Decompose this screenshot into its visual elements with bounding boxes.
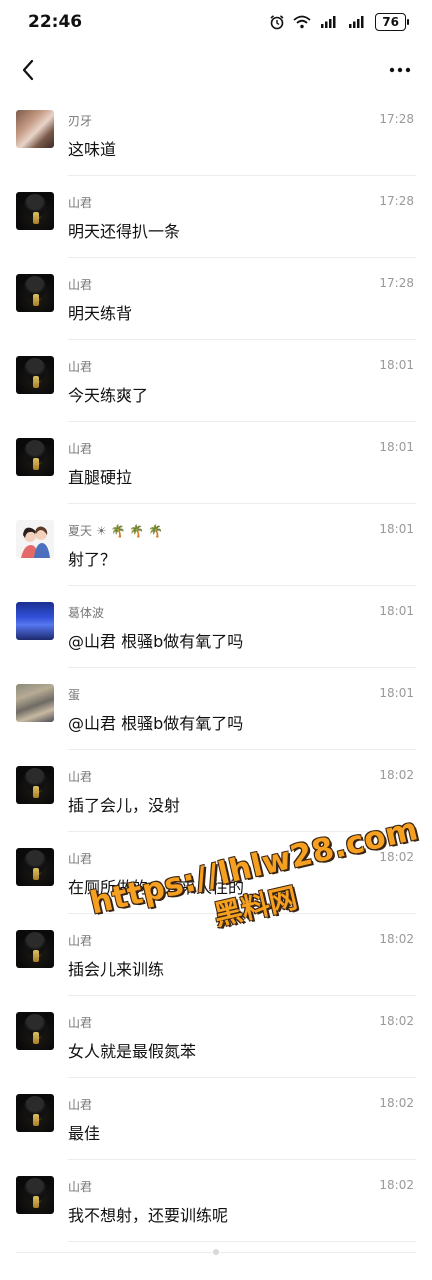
- avatar[interactable]: [16, 438, 54, 476]
- sender-emoji: ☀ 🌴 🌴 🌴: [96, 523, 164, 538]
- avatar[interactable]: [16, 192, 54, 230]
- message-text: 射了？: [68, 550, 117, 569]
- couple-cartoon-icon: [21, 526, 50, 558]
- message-item[interactable]: 山君 17:28 明天还得扒一条: [0, 176, 432, 258]
- message-list: 刃牙 17:28 这味道 山君 17:28 明天还得扒一条 山君 17:28 明…: [0, 94, 432, 1242]
- sender-name: 山君: [68, 1016, 93, 1030]
- alarm-icon: [269, 14, 285, 30]
- avatar[interactable]: [16, 356, 54, 394]
- message-text: 明天还得扒一条: [68, 222, 181, 241]
- message-item[interactable]: 山君 18:02 我不想射，还要训练呢: [0, 1160, 432, 1242]
- more-dots-icon: [389, 67, 411, 73]
- back-button[interactable]: [10, 52, 46, 88]
- sender-name: 山君: [68, 360, 93, 374]
- message-text: 直腿硬拉: [68, 468, 133, 487]
- avatar[interactable]: [16, 1012, 54, 1050]
- message-item[interactable]: 刃牙 17:28 这味道: [0, 94, 432, 176]
- avatar[interactable]: [16, 930, 54, 968]
- avatar[interactable]: [16, 110, 54, 148]
- avatar[interactable]: [16, 848, 54, 886]
- message-item[interactable]: 山君 18:02 最佳: [0, 1078, 432, 1160]
- sender-name: 山君: [68, 196, 93, 210]
- message-text: @山君 根骚b做有氧了吗: [68, 714, 244, 733]
- sender-name: 山君: [68, 442, 93, 456]
- status-time: 22:46: [28, 12, 83, 32]
- message-time: 18:02: [379, 1178, 414, 1192]
- sender-name: 山君: [68, 852, 93, 866]
- message-time: 18:01: [379, 686, 414, 700]
- message-time: 18:02: [379, 850, 414, 864]
- sender-name: 夏天 ☀ 🌴 🌴 🌴: [68, 523, 164, 539]
- message-text: 最佳: [68, 1124, 101, 1143]
- avatar[interactable]: [16, 684, 54, 722]
- message-text: 在厕所做的，人来人往的: [68, 878, 245, 897]
- message-text: 插了会儿，没射: [68, 796, 181, 815]
- sender-name: 山君: [68, 1098, 93, 1112]
- sender-name: 山君: [68, 278, 93, 292]
- message-item[interactable]: 夏天 ☀ 🌴 🌴 🌴 18:01 射了？: [0, 504, 432, 586]
- sender-name: 葛体波: [68, 606, 105, 620]
- sender-name: 刃牙: [68, 114, 93, 128]
- message-time: 17:28: [379, 112, 414, 126]
- message-item[interactable]: 山君 18:02 插会儿来训练: [0, 914, 432, 996]
- avatar[interactable]: [16, 766, 54, 804]
- message-text: 明天练背: [68, 304, 133, 323]
- chevron-left-icon: [22, 59, 34, 81]
- avatar[interactable]: [16, 274, 54, 312]
- message-item[interactable]: 山君 18:01 今天练爽了: [0, 340, 432, 422]
- divider-dot: [213, 1249, 219, 1255]
- message-time: 18:01: [379, 440, 414, 454]
- avatar[interactable]: [16, 1176, 54, 1214]
- message-text: 这味道: [68, 140, 117, 159]
- message-item[interactable]: 山君 17:28 明天练背: [0, 258, 432, 340]
- signal-icon-sim2: [347, 15, 367, 29]
- sender-name: 山君: [68, 1180, 93, 1194]
- message-text: 女人就是最假氮苯: [68, 1042, 197, 1061]
- message-text: @山君 根骚b做有氧了吗: [68, 632, 244, 651]
- message-item[interactable]: 蛋 18:01 @山君 根骚b做有氧了吗: [0, 668, 432, 750]
- message-time: 18:01: [379, 522, 414, 536]
- top-nav: [0, 44, 432, 96]
- more-options-button[interactable]: [382, 52, 418, 88]
- message-time: 18:01: [379, 604, 414, 618]
- message-time: 18:02: [379, 1096, 414, 1110]
- message-item[interactable]: 葛体波 18:01 @山君 根骚b做有氧了吗: [0, 586, 432, 668]
- message-time: 17:28: [379, 194, 414, 208]
- avatar[interactable]: [16, 602, 54, 640]
- sender-name: 山君: [68, 770, 93, 784]
- message-text: 我不想射，还要训练呢: [68, 1206, 229, 1225]
- message-item[interactable]: 山君 18:01 直腿硬拉: [0, 422, 432, 504]
- message-item[interactable]: 山君 18:02 在厕所做的，人来人往的: [0, 832, 432, 914]
- message-time: 18:02: [379, 768, 414, 782]
- message-time: 18:02: [379, 1014, 414, 1028]
- signal-icon-sim1: [319, 15, 339, 29]
- message-time: 17:28: [379, 276, 414, 290]
- message-text: 今天练爽了: [68, 386, 149, 405]
- message-item[interactable]: 山君 18:02 插了会儿，没射: [0, 750, 432, 832]
- battery-indicator: 76: [375, 13, 409, 31]
- avatar[interactable]: [16, 520, 54, 558]
- status-bar: 22:46 76: [0, 0, 432, 44]
- message-time: 18:01: [379, 358, 414, 372]
- avatar[interactable]: [16, 1094, 54, 1132]
- sender-name: 山君: [68, 934, 93, 948]
- message-text: 插会儿来训练: [68, 960, 165, 979]
- message-item[interactable]: 山君 18:02 女人就是最假氮苯: [0, 996, 432, 1078]
- status-icons: 76: [269, 12, 409, 32]
- message-time: 18:02: [379, 932, 414, 946]
- wifi-icon: [293, 15, 311, 29]
- sender-name: 蛋: [68, 688, 81, 702]
